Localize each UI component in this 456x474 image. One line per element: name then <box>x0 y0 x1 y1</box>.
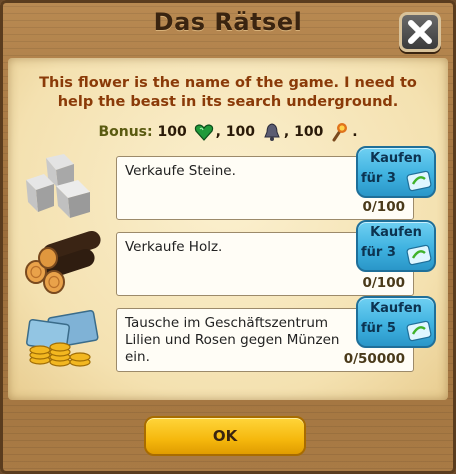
ticket-icon <box>406 170 432 192</box>
buy-button-coins[interactable]: Kaufen für 5 <box>356 296 436 348</box>
task-progress: 0/100 <box>362 199 405 215</box>
coins-icon <box>26 309 99 367</box>
bonus-label: Bonus: <box>98 124 153 140</box>
buy-button-wood[interactable]: Kaufen für 3 <box>356 220 436 272</box>
ok-button[interactable]: OK <box>144 416 306 456</box>
buy-price: für 5 <box>361 321 396 336</box>
buy-label: Kaufen <box>370 301 422 316</box>
quest-intro-text: This flower is the name of the game. I n… <box>39 75 417 110</box>
buy-button-stones[interactable]: Kaufen für 3 <box>356 146 436 198</box>
bonus-value-1: 100 <box>157 124 187 140</box>
ticket-icon <box>406 244 432 266</box>
dialog-title: Das Rätsel <box>153 8 303 36</box>
bonus-sep-1: , <box>215 124 221 140</box>
stones-icon <box>26 154 90 218</box>
bonus-value-3: 100 <box>294 124 324 140</box>
bonus-sep-2: , <box>283 124 290 140</box>
torch-icon <box>332 123 348 142</box>
bonus-row: Bonus: 100 , 100 , 100 . <box>0 122 456 142</box>
task-description: Verkaufe Steine. <box>125 163 236 179</box>
close-icon <box>408 20 432 44</box>
buy-price: für 3 <box>361 171 396 186</box>
bell-icon <box>264 123 280 141</box>
bonus-sep-3: . <box>352 124 358 140</box>
wood-logs-icon <box>25 230 101 294</box>
task-description: Tausche im Geschäftszentrum Lilien und R… <box>125 315 340 365</box>
bonus-value-2: 100 <box>225 124 256 140</box>
task-description: Verkaufe Holz. <box>125 239 223 255</box>
heart-gem-icon <box>194 124 213 141</box>
buy-price: für 3 <box>361 245 396 260</box>
close-button[interactable] <box>399 12 441 52</box>
task-progress: 0/100 <box>362 275 405 291</box>
ticket-icon <box>406 320 432 342</box>
task-progress: 0/50000 <box>343 351 405 367</box>
buy-label: Kaufen <box>370 225 422 240</box>
buy-label: Kaufen <box>370 151 422 166</box>
